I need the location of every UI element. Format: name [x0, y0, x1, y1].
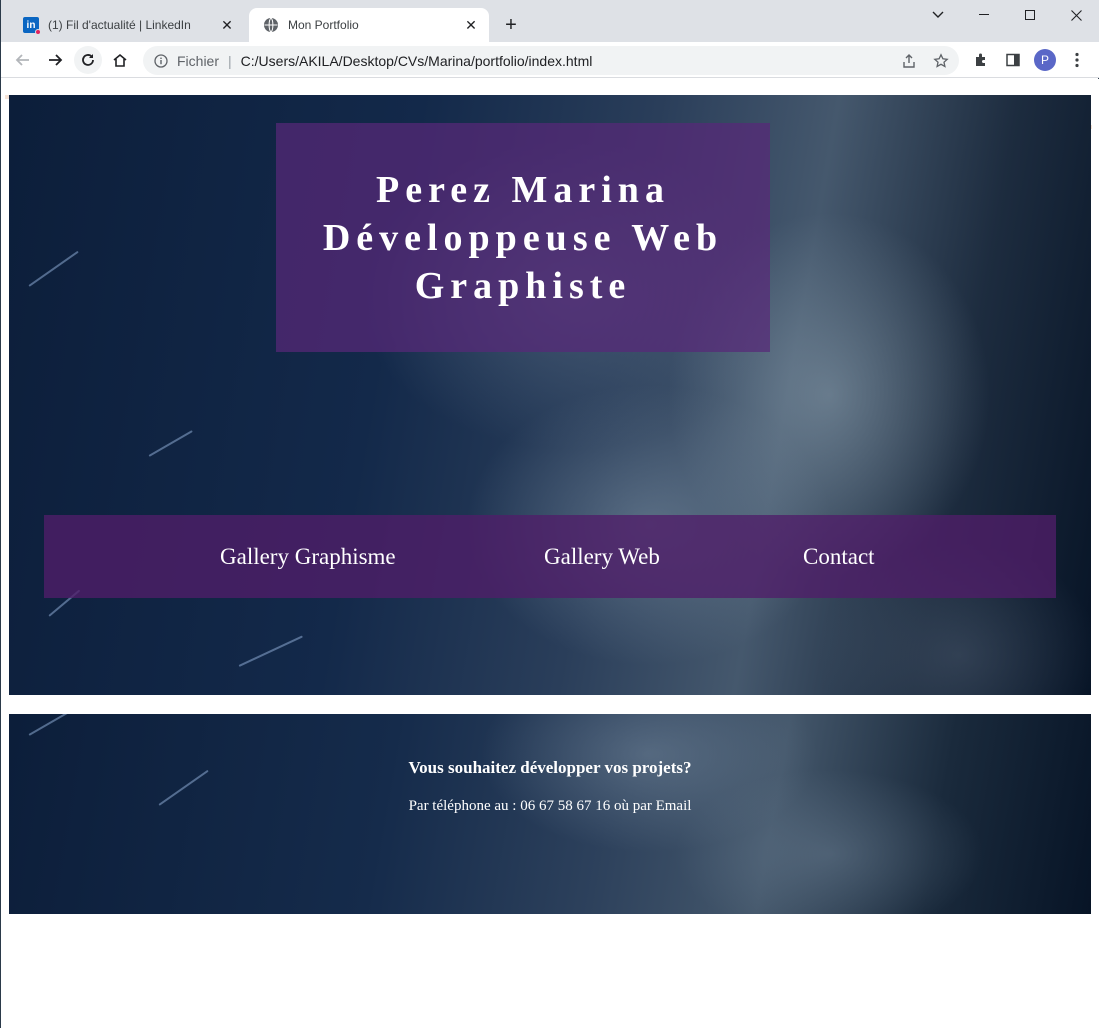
url-text[interactable]: C:/Users/AKILA/Desktop/CVs/Marina/portfo…: [241, 53, 593, 69]
home-icon: [113, 53, 127, 67]
globe-icon: [263, 17, 279, 33]
tab-portfolio[interactable]: Mon Portfolio ✕: [249, 8, 489, 42]
new-tab-button[interactable]: +: [498, 12, 524, 38]
brush-streak: [148, 430, 193, 457]
forward-button[interactable]: [41, 46, 69, 74]
close-tab-icon[interactable]: ✕: [459, 13, 483, 37]
tab-title: Mon Portfolio: [288, 18, 359, 32]
tab-strip: in (1) Fil d'actualité | LinkedIn ✕ Mon …: [1, 0, 1099, 42]
file-scheme-label: Fichier: [177, 52, 220, 69]
close-tab-icon[interactable]: ✕: [215, 13, 239, 37]
brush-streak: [238, 635, 303, 667]
hero-title-role: Développeuse Web: [322, 216, 724, 259]
nav-contact[interactable]: Contact: [803, 515, 875, 598]
reload-icon: [82, 54, 94, 66]
tab-title: (1) Fil d'actualité | LinkedIn: [48, 18, 191, 32]
reload-button[interactable]: [74, 46, 102, 74]
forward-arrow-icon: [49, 54, 63, 66]
address-toolbar: Fichier | C:/Users/AKILA/Desktop/CVs/Mar…: [1, 42, 1099, 78]
contact-heading: Vous souhaitez développer vos projets?: [408, 758, 692, 777]
nav-gallery-web[interactable]: Gallery Web: [544, 515, 660, 598]
bookmark-star-icon[interactable]: [927, 46, 955, 75]
menu-kebab-icon[interactable]: [1063, 46, 1091, 74]
hero-title-role-2: Graphiste: [414, 264, 632, 307]
address-bar[interactable]: Fichier | C:/Users/AKILA/Desktop/CVs/Mar…: [143, 46, 959, 75]
brush-streak: [28, 714, 73, 736]
brush-streak: [28, 250, 79, 287]
side-panel-icon[interactable]: [999, 46, 1027, 74]
contact-text: Par téléphone au : 06 67 58 67 16 où par…: [408, 798, 692, 814]
hero-section: Perez Marina Développeuse Web Graphiste …: [9, 95, 1091, 695]
tab-search-icon[interactable]: [915, 0, 961, 30]
main-nav: Gallery Graphisme Gallery Web Contact: [44, 515, 1056, 598]
extensions-icon[interactable]: [967, 46, 995, 74]
maximize-button[interactable]: [1007, 0, 1053, 30]
contact-banner: Vous souhaitez développer vos projets? P…: [9, 714, 1091, 914]
nav-gallery-graphisme[interactable]: Gallery Graphisme: [220, 515, 396, 598]
linkedin-icon: in: [23, 17, 41, 35]
hero-title-name: Perez Marina: [376, 168, 670, 211]
tab-linkedin[interactable]: in (1) Fil d'actualité | LinkedIn ✕: [9, 8, 245, 42]
back-arrow-icon: [15, 54, 29, 66]
home-button[interactable]: [106, 46, 134, 74]
hero-title-box: Perez Marina Développeuse Web Graphiste: [276, 123, 770, 352]
share-icon[interactable]: [895, 46, 923, 75]
page-viewport: Perez Marina Développeuse Web Graphiste …: [1, 79, 1099, 1028]
site-info-icon[interactable]: [153, 53, 169, 69]
close-window-button[interactable]: [1053, 0, 1099, 30]
scheme-separator: |: [228, 52, 232, 69]
back-button[interactable]: [9, 46, 37, 74]
minimize-button[interactable]: [961, 0, 1007, 30]
profile-avatar[interactable]: P: [1034, 49, 1056, 71]
